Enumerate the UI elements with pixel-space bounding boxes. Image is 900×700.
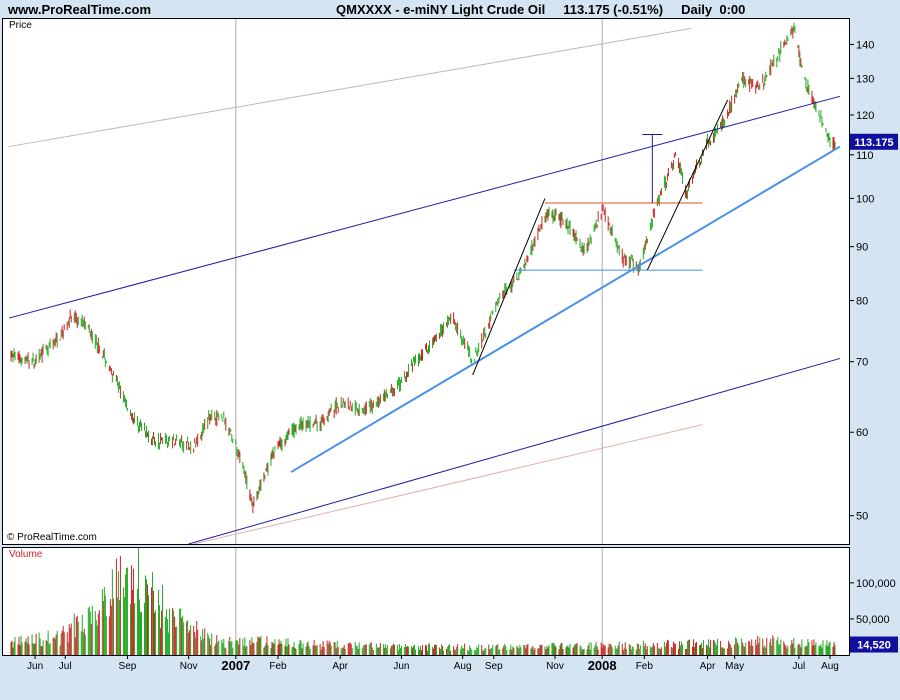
volume-bars (10, 548, 836, 655)
x-tick-label: Feb (269, 661, 287, 672)
x-tick-label: 2008 (588, 658, 617, 673)
price-tick-label: 100 (856, 193, 874, 205)
price-tick-label: 70 (856, 357, 868, 369)
x-tick-label: Nov (180, 661, 198, 672)
instrument-title: QMXXXX - e-miNY Light Crude Oil 113.175 … (336, 2, 746, 17)
price-tick-label: 90 (856, 242, 868, 254)
x-tick-label: Sep (119, 661, 137, 672)
flag-pole-2 (646, 99, 729, 271)
x-tick-label: Aug (821, 661, 839, 672)
price-tick-label: 50 (856, 511, 868, 523)
last-volume-box (850, 636, 898, 653)
volume-chart (10, 548, 836, 655)
price-tick-label: 110 (856, 150, 874, 162)
channel-lower-faint (193, 424, 703, 544)
x-tick-label: Feb (636, 661, 654, 672)
last-price-box (850, 133, 898, 150)
channel-upper (8, 95, 841, 319)
x-tick-label: Aug (454, 661, 472, 672)
x-tick-label: Jun (393, 661, 409, 672)
price-chart (8, 19, 841, 544)
price-tick-label: 120 (856, 110, 874, 122)
channel-upper-outer (8, 27, 692, 148)
x-tick-label: Jul (59, 661, 72, 672)
volume-panel: Volume (2, 547, 850, 656)
x-tick-label: Jul (792, 661, 805, 672)
header-bar: www.ProRealTime.com QMXXXX - e-miNY Ligh… (0, 0, 900, 20)
price-tick-label: 80 (856, 296, 868, 308)
x-tick-label: Apr (332, 661, 348, 672)
price-label: Price (9, 20, 32, 31)
candles (10, 22, 836, 514)
x-tick-label: May (725, 661, 744, 672)
price-tick-label: 130 (856, 73, 874, 85)
site-name[interactable]: www.ProRealTime.com (8, 2, 151, 17)
last-volume-label: 14,520 (857, 640, 891, 652)
x-tick-label: Jun (27, 661, 43, 672)
flag-pole-1 (472, 198, 546, 376)
x-tick-label: Nov (546, 661, 564, 672)
last-price-label: 113.175 (854, 137, 893, 149)
price-tick-label: 140 (856, 39, 874, 51)
support-trendline (290, 145, 841, 473)
copyright-text: © ProRealTime.com (7, 532, 97, 543)
x-tick-label: Sep (485, 661, 503, 672)
volume-tick-label: 100,000 (856, 578, 896, 590)
price-panel: Price © ProRealTime.com (2, 18, 850, 545)
volume-tick-label: 50,000 (856, 614, 890, 626)
price-tick-label: 60 (856, 427, 868, 439)
x-tick-label: 2007 (221, 658, 250, 673)
volume-label: Volume (9, 549, 43, 560)
channel-lower (188, 357, 841, 544)
x-tick-label: Apr (700, 661, 716, 672)
